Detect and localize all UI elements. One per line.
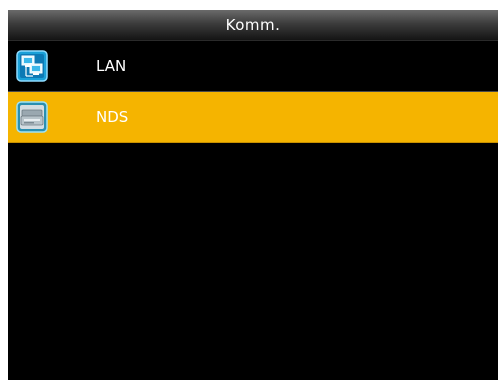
device-screen: Komm. LAN NDS: [8, 10, 498, 380]
title-bar: Komm.: [8, 10, 498, 41]
menu-item-label: LAN: [96, 57, 127, 75]
menu-item-lan[interactable]: LAN: [8, 41, 498, 92]
nds-device-icon: [16, 101, 48, 133]
menu-item-label: NDS: [96, 108, 129, 126]
menu-list: LAN NDS: [8, 41, 498, 143]
network-computers-icon: [16, 50, 48, 82]
menu-item-nds[interactable]: NDS: [8, 92, 498, 143]
page-title: Komm.: [225, 16, 281, 34]
